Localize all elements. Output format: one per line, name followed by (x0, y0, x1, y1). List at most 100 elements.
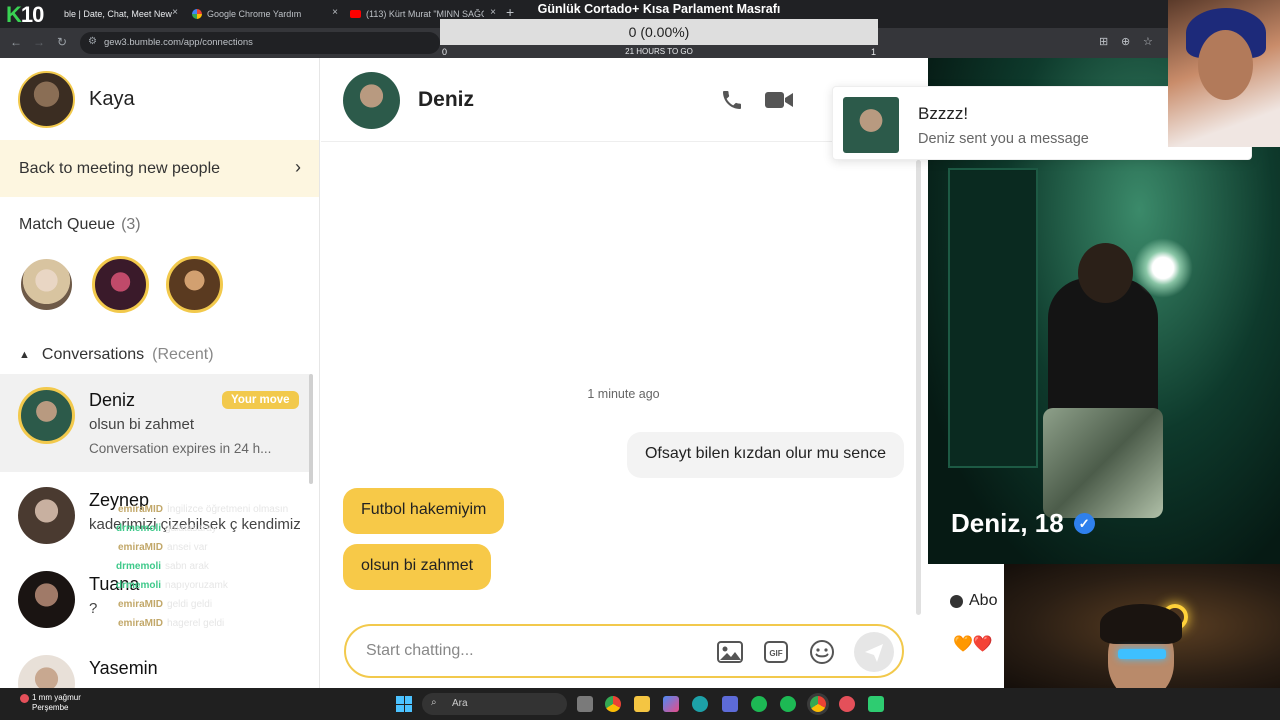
weather-day: Perşembe (32, 703, 69, 712)
hearts-emoji: 🧡❤️ (953, 636, 993, 653)
match-queue-label: Match Queue (19, 216, 116, 233)
store-icon[interactable] (722, 696, 738, 712)
match-avatar[interactable] (18, 256, 75, 313)
url-text: gew3.bumble.com/app/connections (104, 37, 253, 48)
your-move-badge: Your move (222, 391, 299, 409)
video-camera-icon[interactable] (764, 90, 794, 110)
search-icon: ⌕ (431, 697, 437, 708)
image-icon[interactable] (716, 638, 744, 666)
notification-message: Deniz sent you a message (918, 131, 1089, 147)
profile-caption: Deniz, 18 ✓ (951, 508, 1095, 539)
avatar (843, 97, 899, 153)
webcam-glasses (1118, 649, 1166, 659)
avatar[interactable] (343, 72, 400, 129)
webcam-hair (1100, 604, 1182, 644)
conversation-item-deniz[interactable]: Deniz Your move olsun bi zahmet Conversa… (0, 374, 312, 472)
conversation-expiry: Conversation expires in 24 h... (89, 441, 272, 456)
tab-title: ble | Date, Chat, Meet New (64, 9, 172, 19)
task-view-icon[interactable] (577, 696, 593, 712)
bookmark-star-icon[interactable]: ☆ (1143, 35, 1153, 48)
weather-widget[interactable]: 1 mm yağmur Perşembe (20, 693, 81, 713)
chat-line: drmemoli napıyoruzamk (116, 580, 228, 591)
site-info-icon[interactable]: ⚙ (88, 36, 97, 47)
match-queue-title: Match Queue (3) (19, 216, 141, 234)
chrome-icon[interactable] (605, 696, 621, 712)
conversation-preview: olsun bi zahmet (89, 416, 195, 433)
photo-background (948, 168, 1038, 468)
stream-logo: K10 (6, 2, 44, 27)
google-icon (192, 9, 202, 19)
back-label: Back to meeting new people (19, 159, 221, 177)
close-icon[interactable]: × (172, 7, 178, 18)
phone-icon[interactable] (720, 88, 744, 112)
incoming-message: Ofsayt bilen kızdan olur mu sence (626, 432, 904, 478)
back-arrow-icon[interactable]: ← (10, 35, 22, 49)
sidebar-scrollbar[interactable] (309, 374, 313, 484)
chevron-right-icon: › (295, 157, 301, 177)
verified-badge-icon: ✓ (1073, 513, 1095, 534)
chevron-up-icon: ▲ (19, 349, 30, 361)
avatar (18, 655, 75, 688)
tab-title: Google Chrome Yardım (207, 9, 302, 19)
photo-subject-skirt (1043, 408, 1163, 518)
chat-scrollbar[interactable] (916, 160, 921, 615)
streamer-webcam (1004, 564, 1280, 688)
reload-icon[interactable]: ↻ (57, 35, 67, 49)
chat-partner-name[interactable]: Deniz (418, 88, 474, 112)
back-to-meeting-button[interactable]: Back to meeting new people › (0, 140, 319, 197)
chat-line: drmemoli galatasaray (116, 523, 217, 534)
translate-icon[interactable]: ⊞ (1099, 35, 1108, 48)
match-avatar[interactable] (166, 256, 223, 313)
conversations-header[interactable]: ▲ Conversations (Recent) (19, 346, 214, 364)
goal-countdown: 21 HOURS TO GO (625, 47, 693, 56)
spotify-icon[interactable] (780, 696, 796, 712)
avatar (18, 571, 75, 628)
zoom-icon[interactable]: ⊕ (1121, 35, 1130, 48)
close-icon[interactable]: × (332, 7, 338, 18)
my-profile[interactable]: Kaya (18, 71, 135, 128)
match-avatar[interactable] (92, 256, 149, 313)
conversations-label: Conversations (41, 346, 145, 363)
avatar (18, 387, 75, 444)
tab-chrome-help[interactable]: Google Chrome Yardım × (184, 4, 340, 24)
profile-about: Abo 🧡❤️ (928, 564, 1004, 688)
chat-line: drmemoli sabn arak (116, 561, 209, 572)
photo-subject-head (1078, 243, 1133, 303)
about-icon (950, 594, 963, 608)
chat-line: emiraMID İngilizce öğretmeni olmasın (118, 504, 289, 515)
app-icon[interactable] (839, 696, 855, 712)
stream-goal-title: Günlük Cortado+ Kısa Parlament Masrafı (537, 2, 781, 16)
goal-max: 1 (870, 47, 876, 57)
outgoing-message: olsun bi zahmet (343, 544, 492, 590)
youtube-icon (350, 10, 361, 18)
notification-title: Bzzzz! (918, 104, 969, 123)
message-input[interactable] (366, 638, 686, 664)
taskbar-search[interactable]: ⌕ Ara (422, 693, 567, 715)
search-label: Ara (452, 698, 468, 709)
match-queue-list (18, 256, 223, 313)
taskbar: 1 mm yağmur Perşembe ⌕ Ara (0, 688, 1280, 720)
conversations-sublabel: (Recent) (152, 346, 214, 363)
weather-temp: 1 mm yağmur (32, 693, 81, 702)
send-button[interactable] (854, 632, 894, 672)
camera-flash (1133, 238, 1193, 298)
chrome-icon[interactable] (810, 696, 826, 712)
send-icon (865, 644, 883, 662)
emoji-icon[interactable] (808, 638, 836, 666)
windows-start-icon[interactable] (396, 696, 412, 712)
spotify-icon[interactable] (751, 696, 767, 712)
file-explorer-icon[interactable] (634, 696, 650, 712)
edge-icon[interactable] (692, 696, 708, 712)
app-icon[interactable] (663, 696, 679, 712)
conversation-name: Yasemin (89, 658, 158, 678)
svg-text:GIF: GIF (769, 649, 782, 658)
tab-bumble[interactable]: ble | Date, Chat, Meet New × (56, 4, 180, 24)
app-icon[interactable] (868, 696, 884, 712)
conversation-preview: ? (89, 600, 98, 617)
conversation-item-yasemin[interactable]: Yasemin (0, 642, 312, 688)
url-field[interactable]: ⚙ gew3.bumble.com/app/connections (80, 32, 440, 54)
forward-arrow-icon[interactable]: → (33, 35, 45, 49)
sidebar: Kaya Back to meeting new people › Match … (0, 58, 320, 688)
conversation-name: Deniz (89, 390, 136, 410)
gif-icon[interactable]: GIF (762, 638, 790, 666)
